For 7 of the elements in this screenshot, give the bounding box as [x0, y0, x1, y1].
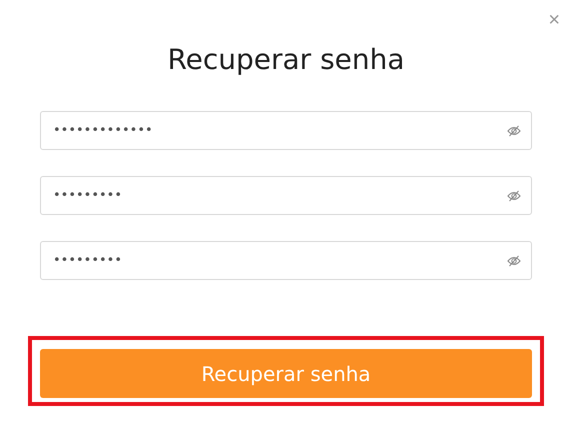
password-field[interactable]: ••••••••• [40, 241, 532, 280]
password-field[interactable]: ••••••••••••• [40, 111, 532, 150]
eye-icon[interactable] [507, 124, 521, 136]
dialog-title: Recuperar senha [166, 42, 406, 78]
password-field[interactable]: ••••••••• [40, 176, 532, 215]
eye-icon[interactable] [507, 254, 521, 266]
eye-icon[interactable] [507, 190, 521, 202]
